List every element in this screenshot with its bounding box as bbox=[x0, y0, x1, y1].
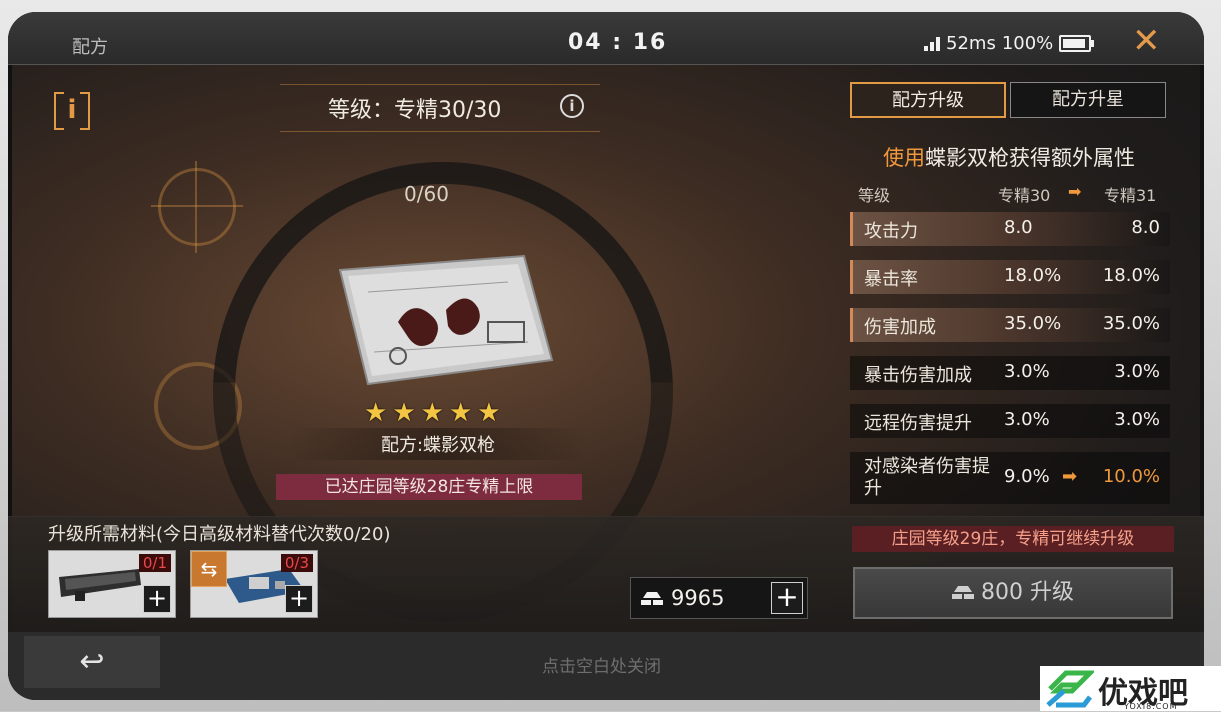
bonus-subtitle: 使用蝶影双枪获得额外属性 bbox=[850, 142, 1168, 172]
stat-row-damage-bonus: 伤害加成 35.0% 35.0% bbox=[850, 308, 1170, 342]
stat-current: 18.0% bbox=[1004, 265, 1062, 286]
upgrade-button[interactable]: 800 升级 bbox=[853, 567, 1173, 619]
stat-name: 伤害加成 bbox=[864, 317, 936, 338]
stat-row-attack: 攻击力 8.0 8.0 bbox=[850, 212, 1170, 246]
stat-name: 远程伤害提升 bbox=[864, 413, 972, 434]
signal-icon bbox=[924, 36, 940, 51]
blueprint-name: 配方:蝶影双枪 bbox=[288, 428, 588, 460]
gun-barrel-part-icon bbox=[59, 569, 141, 601]
window-title: 配方 bbox=[72, 37, 108, 58]
gold-ingot-icon bbox=[641, 592, 663, 605]
plus-icon[interactable]: + bbox=[285, 585, 313, 613]
arrow-right-icon: ➡ bbox=[1068, 182, 1082, 201]
stat-name: 暴击伤害加成 bbox=[864, 365, 972, 386]
close-hint: 点击空白处关闭 bbox=[542, 657, 661, 677]
material-count: 0/1 bbox=[138, 554, 171, 572]
tab-recipe-star-up[interactable]: 配方升星 bbox=[1010, 82, 1166, 118]
level-info-icon[interactable]: i bbox=[560, 94, 584, 118]
star-icon: ★ bbox=[364, 398, 388, 428]
tab-recipe-upgrade[interactable]: 配方升级 bbox=[850, 82, 1006, 118]
tab-bar: 配方升级 配方升星 bbox=[850, 82, 1166, 118]
close-icon[interactable]: ✕ bbox=[1132, 24, 1161, 58]
progress-text: 0/60 bbox=[404, 182, 449, 206]
info-bracket-icon[interactable]: i bbox=[54, 92, 90, 130]
upgrade-label: 升级 bbox=[1029, 580, 1074, 605]
watermark-logo: 优戏吧 YOXI8.COM bbox=[1040, 666, 1221, 711]
stat-next: 18.0% bbox=[1102, 265, 1160, 286]
plus-icon[interactable]: + bbox=[143, 585, 171, 613]
star-rating: ★ ★ ★ ★ ★ bbox=[364, 400, 501, 426]
bonus-prefix: 使用 bbox=[883, 146, 925, 170]
status-bar: 52ms 100% bbox=[924, 33, 1095, 54]
top-bar: 配方 04 : 16 52ms 100% ✕ bbox=[8, 12, 1204, 65]
stat-name: 攻击力 bbox=[864, 221, 918, 242]
recipe-screen: 配方 04 : 16 52ms 100% ✕ i 等级：专精30/30 i 0/… bbox=[8, 12, 1204, 700]
star-icon: ★ bbox=[448, 398, 473, 428]
stat-next: 3.0% bbox=[1114, 361, 1160, 382]
limit-banner: 已达庄园等级28庄专精上限 bbox=[276, 474, 582, 500]
stat-next: 10.0% bbox=[1102, 466, 1160, 487]
stat-next: 35.0% bbox=[1102, 313, 1160, 334]
stat-row-crit-damage: 暴击伤害加成 3.0% 3.0% bbox=[850, 356, 1170, 390]
column-level: 等级 bbox=[858, 186, 891, 205]
column-current: 专精30 bbox=[998, 186, 1051, 205]
unlock-note: 庄园等级29庄，专精可继续升级 bbox=[852, 526, 1174, 552]
stat-current: 8.0 bbox=[1004, 217, 1033, 238]
watermark-url: YOXI8.COM bbox=[1124, 702, 1178, 711]
currency-display: 9965 + bbox=[630, 577, 808, 619]
star-icon: ★ bbox=[420, 398, 444, 428]
blueprint-image bbox=[338, 254, 554, 386]
bonus-weapon: 蝶影双枪 bbox=[925, 146, 1009, 170]
stat-current: 3.0% bbox=[1004, 409, 1050, 430]
stat-row-infected-damage: 对感染者伤害提升 9.0% ➡ 10.0% bbox=[850, 452, 1170, 504]
add-currency-button[interactable]: + bbox=[771, 582, 803, 614]
gold-ingot-icon bbox=[951, 586, 974, 599]
battery-text: 100% bbox=[1001, 33, 1054, 54]
stat-next: 8.0 bbox=[1131, 217, 1160, 238]
stat-row-crit-rate: 暴击率 18.0% 18.0% bbox=[850, 260, 1170, 294]
back-icon[interactable]: ↩ bbox=[24, 636, 160, 688]
stat-name: 对感染者伤害提升 bbox=[864, 456, 990, 499]
star-icon: ★ bbox=[477, 398, 501, 428]
battery-icon bbox=[1059, 35, 1095, 52]
stat-row-ranged-damage: 远程伤害提升 3.0% 3.0% bbox=[850, 404, 1170, 438]
upgrade-cost: 800 bbox=[980, 580, 1023, 605]
bonus-suffix: 获得额外属性 bbox=[1009, 146, 1135, 170]
stat-next: 3.0% bbox=[1114, 409, 1160, 430]
material-slot-2[interactable]: ⇆ 0/3 + bbox=[190, 550, 318, 618]
level-label: 等级：专精30/30 bbox=[328, 98, 502, 123]
swap-icon[interactable]: ⇆ bbox=[191, 551, 227, 587]
arrow-right-icon: ➡ bbox=[1062, 466, 1078, 487]
latency-text: 52ms bbox=[946, 33, 996, 54]
clock: 04 : 16 bbox=[568, 30, 668, 55]
watermark-icon bbox=[1046, 670, 1094, 708]
crosshair-deco-icon bbox=[151, 161, 243, 253]
stat-current: 9.0% bbox=[1004, 466, 1050, 487]
stat-current: 3.0% bbox=[1004, 361, 1050, 382]
materials-title: 升级所需材料(今日高级材料替代次数0/20) bbox=[48, 524, 391, 545]
currency-amount: 9965 bbox=[671, 586, 725, 610]
stat-name: 暴击率 bbox=[864, 269, 918, 290]
material-count: 0/3 bbox=[280, 554, 313, 572]
stat-current: 35.0% bbox=[1004, 313, 1062, 334]
star-icon: ★ bbox=[392, 398, 416, 428]
material-slot-1[interactable]: 0/1 + bbox=[48, 550, 176, 618]
column-next: 专精31 bbox=[1104, 186, 1157, 205]
